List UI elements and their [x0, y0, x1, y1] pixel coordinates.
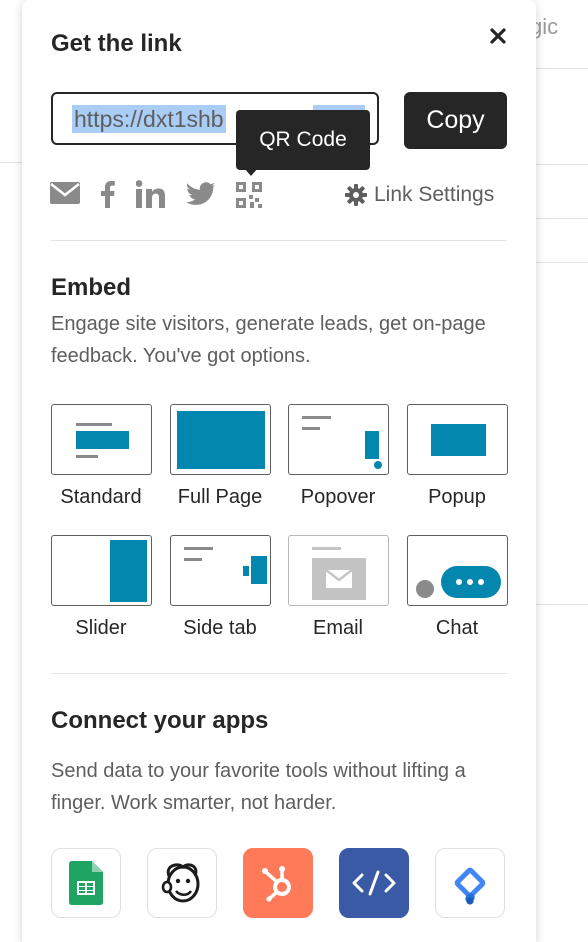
email-icon[interactable] — [50, 182, 80, 211]
google-sheets-icon[interactable] — [51, 848, 121, 918]
facebook-icon[interactable] — [98, 180, 116, 213]
qr-code-tooltip: QR Code — [236, 110, 370, 170]
background-divider — [530, 218, 588, 219]
share-popover: Get the link https://dxt1shb Copy QR Cod… — [22, 0, 536, 942]
hubspot-icon[interactable] — [243, 848, 313, 918]
embed-email-tile[interactable] — [288, 535, 389, 606]
twitter-icon[interactable] — [186, 182, 215, 211]
background-divider — [530, 604, 588, 605]
embed-popup-label: Popup — [428, 486, 486, 508]
link-settings-label: Link Settings — [374, 183, 495, 206]
apps-description: Send data to your favorite tools without… — [51, 760, 466, 814]
embed-chat-label: Chat — [435, 617, 479, 639]
background-divider — [530, 262, 588, 263]
apps-title: Connect your apps — [51, 707, 269, 734]
linkedin-icon[interactable] — [135, 180, 166, 213]
tooltip-arrow — [244, 168, 258, 176]
link-url-text: https://dxt1shb — [72, 105, 226, 133]
link-settings-button[interactable]: Link Settings — [345, 180, 494, 210]
copy-button[interactable]: Copy — [404, 92, 507, 149]
background-divider — [530, 164, 588, 165]
gear-icon — [345, 184, 367, 206]
section-divider — [51, 240, 507, 241]
embed-popup-tile[interactable] — [407, 404, 508, 475]
embed-full-page-tile[interactable] — [170, 404, 271, 475]
background-divider — [530, 68, 588, 69]
google-tag-manager-icon[interactable] — [435, 848, 505, 918]
background-divider — [0, 162, 22, 163]
embed-side-tab-tile[interactable] — [170, 535, 271, 606]
popover-title: Get the link — [51, 30, 182, 57]
embed-chat-tile[interactable] — [407, 535, 508, 606]
section-divider — [51, 673, 507, 674]
embed-description: Engage site visitors, generate leads, ge… — [51, 313, 486, 367]
qr-code-icon[interactable] — [236, 182, 262, 213]
embed-popover-tile[interactable] — [288, 404, 389, 475]
embed-standard-tile[interactable] — [51, 404, 152, 475]
close-icon[interactable] — [484, 22, 512, 50]
embed-slider-tile[interactable] — [51, 535, 152, 606]
mailchimp-icon[interactable] — [147, 848, 217, 918]
code-icon[interactable] — [339, 848, 409, 918]
embed-title: Embed — [51, 274, 132, 301]
